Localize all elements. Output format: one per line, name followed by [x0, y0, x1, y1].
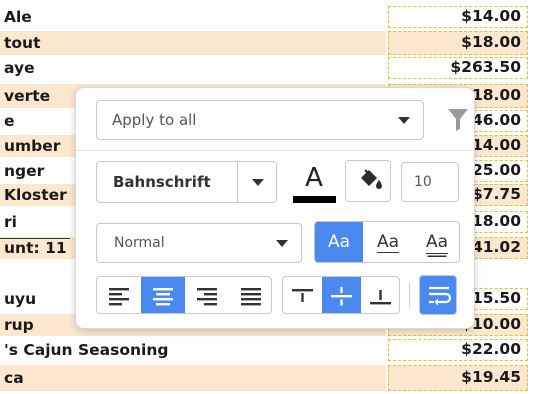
wrap-text-button[interactable]	[419, 275, 457, 315]
price-cell[interactable]: $263.50	[388, 57, 528, 79]
table-row: ca $19.45	[0, 365, 535, 391]
font-family-value: Bahnschrift	[113, 173, 211, 191]
horizontal-align-group	[96, 276, 272, 314]
align-justify-icon	[241, 288, 261, 306]
font-family-select[interactable]: Bahnschrift	[96, 161, 277, 203]
summary-separator	[0, 238, 70, 239]
price-cell[interactable]: $14.00	[388, 6, 528, 28]
vertical-align-group	[282, 276, 400, 314]
case-double-underline-label: Aa	[425, 232, 449, 254]
align-middle-icon	[331, 287, 352, 306]
font-size-input[interactable]: 10	[401, 162, 459, 202]
filter-icon[interactable]	[448, 109, 468, 131]
table-row: aye $263.50	[0, 57, 535, 79]
align-bottom-button[interactable]	[361, 277, 399, 313]
align-top-button[interactable]	[283, 277, 322, 313]
wrap-text-icon	[429, 286, 452, 306]
text-color-letter: A	[305, 163, 323, 193]
product-name-cell[interactable]: aye	[0, 57, 386, 79]
toolbar-separator	[409, 283, 410, 307]
text-color-swatch	[293, 196, 336, 203]
product-name-cell[interactable]: Ale	[0, 6, 386, 28]
align-left-button[interactable]	[97, 277, 141, 313]
paint-bucket-icon	[361, 169, 382, 189]
chevron-down-icon	[276, 240, 288, 247]
text-case-group: Aa Aa Aa	[314, 221, 460, 263]
align-center-button[interactable]	[141, 277, 185, 313]
chevron-down-icon	[252, 179, 264, 186]
align-justify-button[interactable]	[229, 277, 271, 313]
align-top-icon	[292, 289, 313, 302]
apply-scope-select[interactable]: Apply to all	[96, 100, 424, 140]
table-row: Ale $14.00	[0, 6, 535, 28]
text-color-button[interactable]: A	[292, 161, 336, 205]
chevron-down-icon	[398, 117, 410, 124]
align-right-button[interactable]	[185, 277, 229, 313]
align-left-icon	[109, 288, 129, 306]
case-underline-label: Aa	[376, 232, 400, 253]
table-row: 's Cajun Seasoning $22.00	[0, 339, 535, 361]
product-name-cell[interactable]: tout	[0, 31, 386, 55]
text-style-select[interactable]: Normal	[96, 223, 302, 263]
product-name-cell[interactable]: 's Cajun Seasoning	[0, 339, 386, 361]
text-style-value: Normal	[114, 235, 165, 251]
align-middle-button[interactable]	[322, 277, 361, 313]
select-separator	[237, 162, 238, 202]
case-double-underline-button[interactable]: Aa	[413, 222, 459, 262]
cell-format-popover: Apply to all Bahnschrift A 10 Normal Aa …	[75, 87, 476, 329]
align-center-icon	[153, 288, 173, 306]
fill-color-button[interactable]	[345, 160, 391, 202]
case-underline-button[interactable]: Aa	[364, 222, 412, 262]
align-bottom-icon	[370, 290, 391, 305]
price-cell[interactable]: $18.00	[388, 31, 528, 55]
price-cell[interactable]: $22.00	[388, 339, 528, 361]
align-right-icon	[197, 288, 217, 306]
table-row: tout $18.00	[0, 31, 535, 55]
case-normal-label: Aa	[327, 232, 351, 252]
divider	[76, 150, 476, 151]
price-cell[interactable]: $19.45	[388, 365, 528, 391]
product-name-cell[interactable]: ca	[0, 365, 386, 391]
case-normal-button[interactable]: Aa	[315, 222, 363, 262]
apply-scope-label: Apply to all	[112, 111, 197, 129]
font-size-value: 10	[414, 174, 432, 190]
